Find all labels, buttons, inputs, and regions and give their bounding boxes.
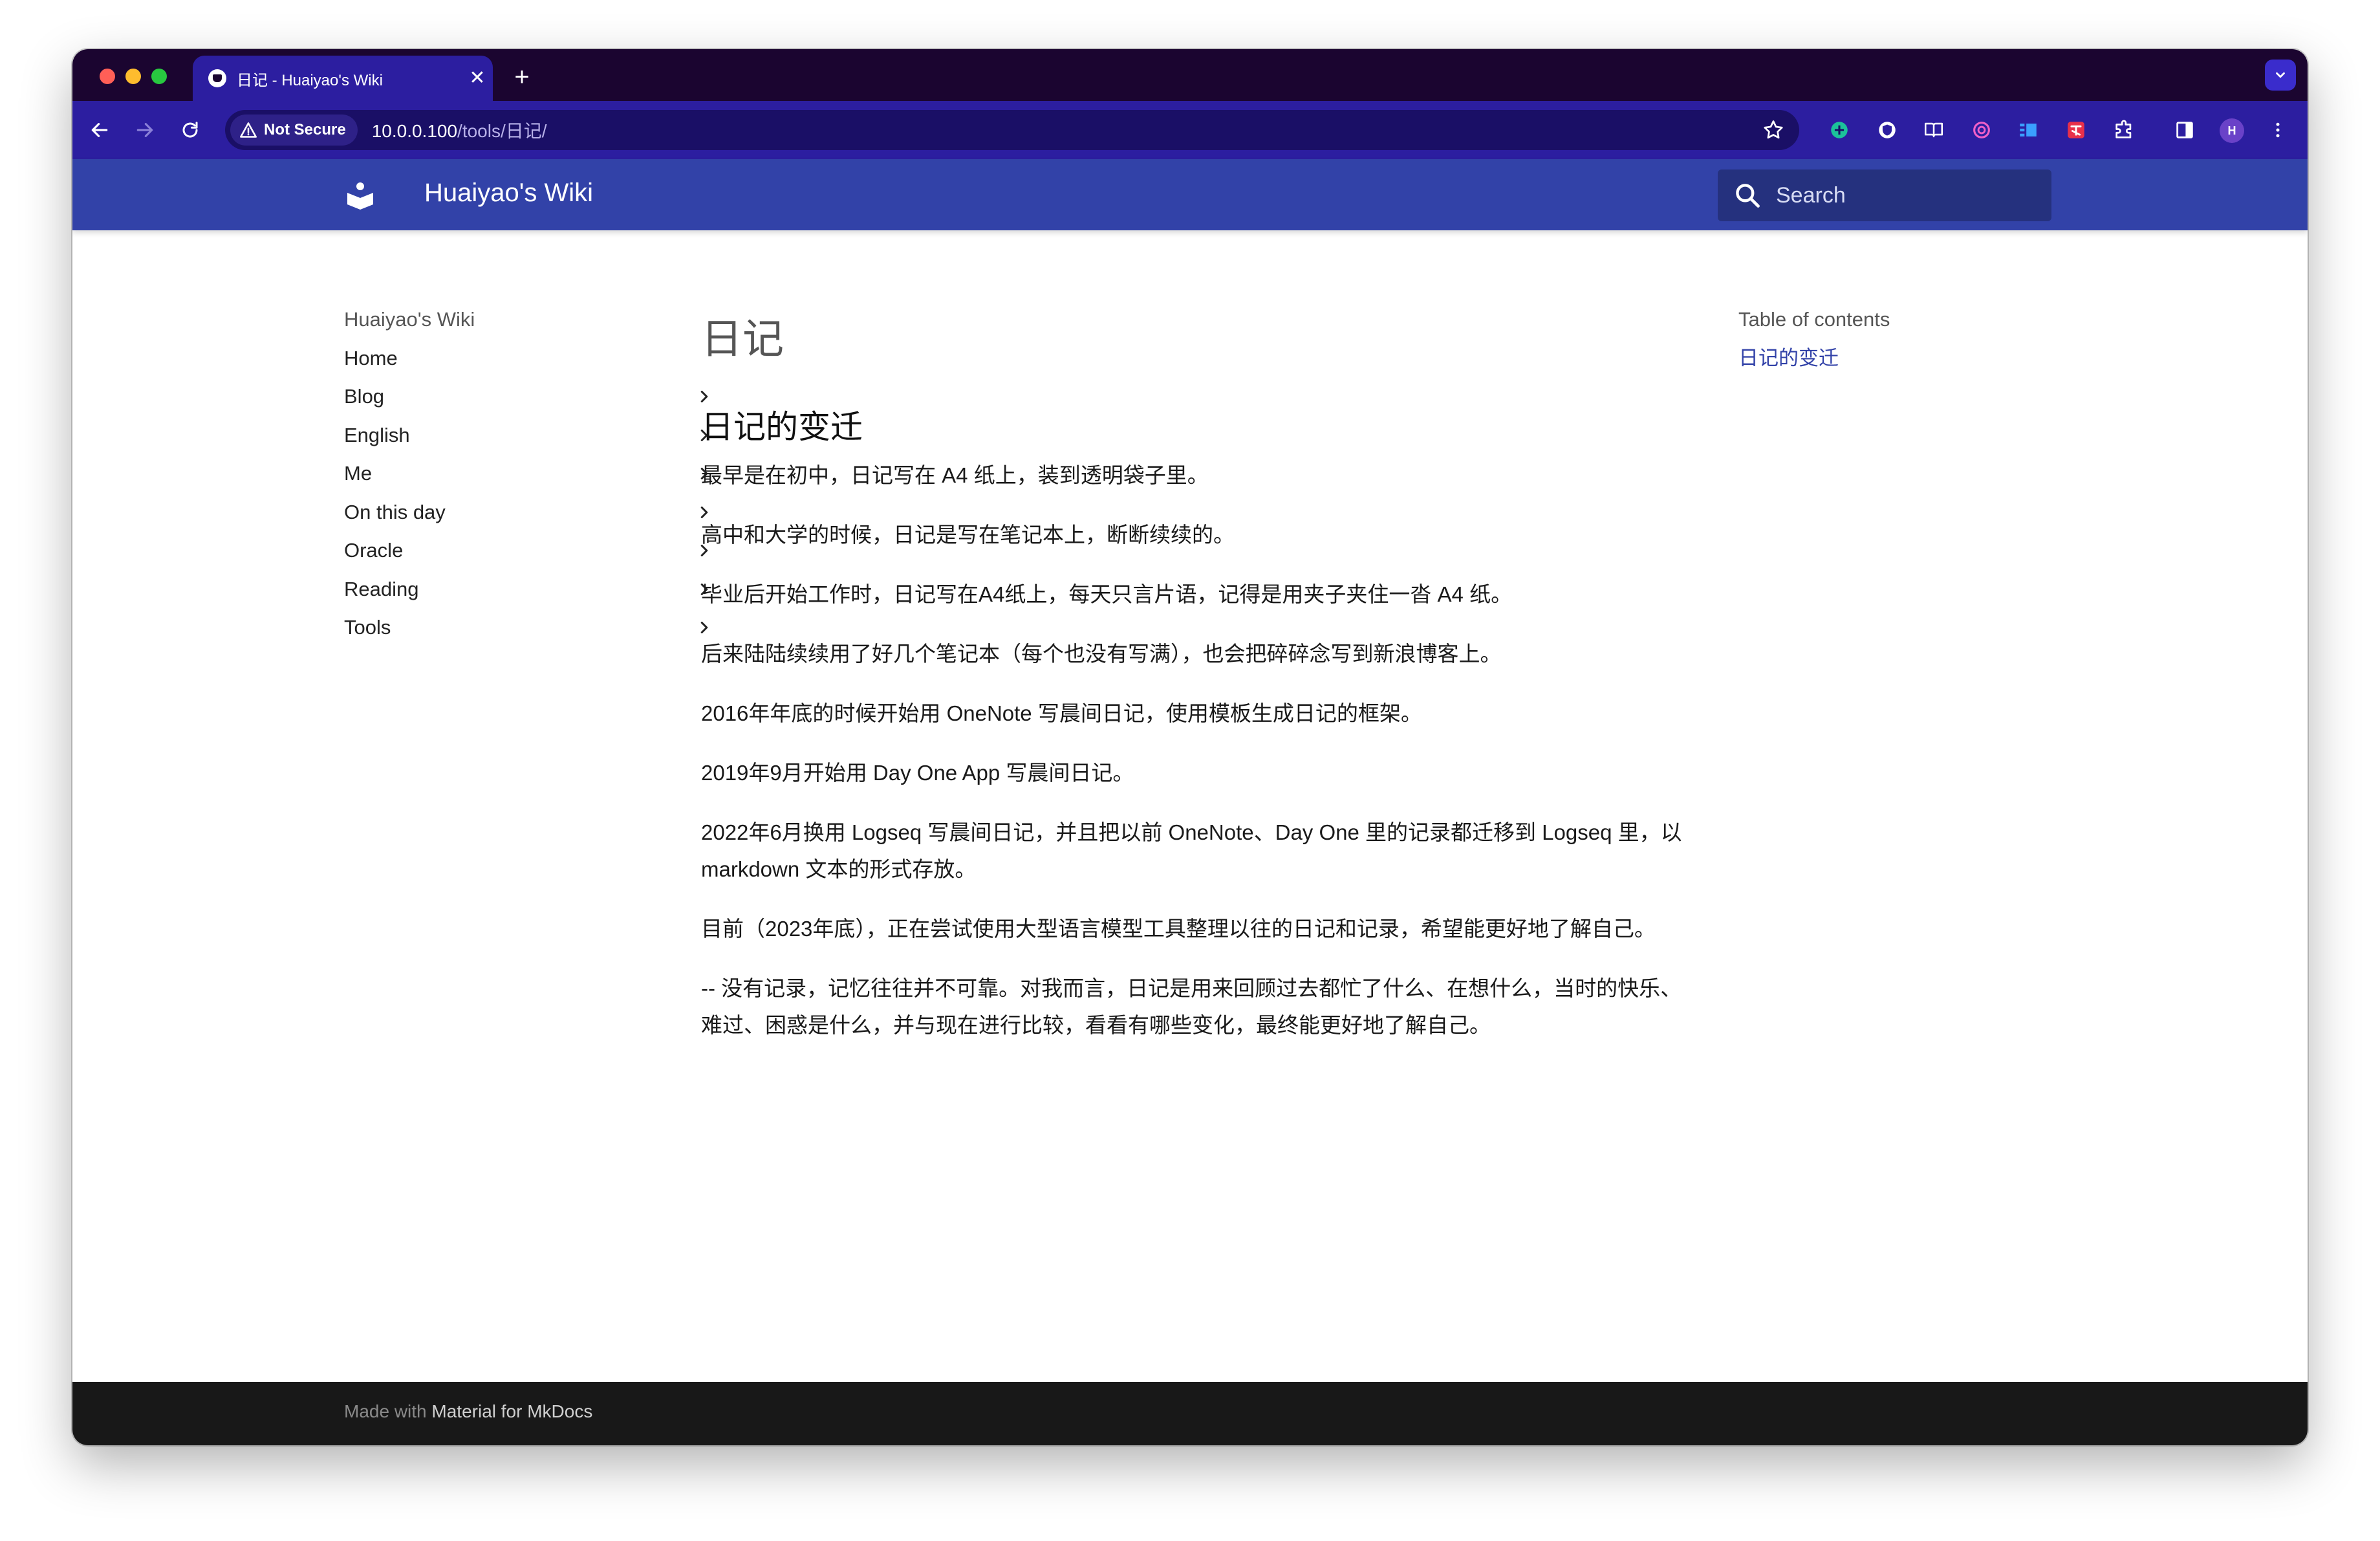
article-paragraph: -- 没有记录，记忆往往并不可靠。对我而言，日记是用来回顾过去都忙了什么、在想什… bbox=[701, 976, 1682, 1037]
book-open-icon bbox=[1924, 122, 1943, 138]
article-paragraph: 2022年6月换用 Logseq 写晨间日记，并且把以前 OneNote、Day… bbox=[701, 820, 1682, 881]
article-paragraph: 后来陆陆续续用了好几个笔记本（每个也没有写满），也会把碎碎念写到新浪博客上。 bbox=[701, 642, 1502, 666]
site-header: Huaiyao's Wiki bbox=[72, 159, 2308, 230]
extension-translate-button[interactable] bbox=[1826, 117, 1852, 143]
nav-item-label: Blog bbox=[344, 385, 385, 408]
browser-window: 日记 - Huaiyao's Wiki ✕ + Not Secure 10.0.… bbox=[72, 49, 2308, 1445]
nav-item-blog[interactable]: Blog bbox=[344, 378, 719, 417]
star-icon bbox=[1764, 120, 1783, 139]
more-vertical-icon bbox=[2276, 122, 2280, 138]
dictionary-icon bbox=[2068, 122, 2084, 138]
address-bar[interactable]: Not Secure 10.0.0.100/tools/日记/ bbox=[225, 110, 1799, 150]
nav-item-label: English bbox=[344, 423, 410, 446]
extension-reader-button[interactable] bbox=[1921, 117, 1947, 143]
page-title: 日记 bbox=[701, 316, 784, 362]
footer-credit: Made with Material for MkDocs bbox=[344, 1401, 592, 1422]
nav-item-label: Tools bbox=[344, 616, 391, 639]
book-reader-logo-icon[interactable] bbox=[344, 180, 376, 211]
toc-title: Table of contents bbox=[1738, 308, 1890, 331]
table-of-contents: Table of contents 日记的变迁 bbox=[1738, 300, 2062, 378]
chevron-down-icon bbox=[2276, 72, 2285, 78]
primary-navigation: Huaiyao's Wiki Home Blog English Me On t… bbox=[344, 300, 719, 647]
shield-icon bbox=[1879, 122, 1896, 138]
security-label: Not Secure bbox=[264, 121, 346, 138]
nav-item-me[interactable]: Me bbox=[344, 455, 719, 494]
nav-site-title: Huaiyao's Wiki bbox=[344, 308, 475, 331]
search-box[interactable] bbox=[1718, 169, 2051, 221]
url-text[interactable]: 10.0.0.100/tools/日记/ bbox=[372, 117, 547, 143]
puzzle-icon bbox=[2115, 120, 2132, 138]
url-host: 10.0.0.100 bbox=[371, 121, 458, 141]
article-paragraph: 毕业后开始工作时，日记写在A4纸上，每天只言片语，记得是用夹子夹住一沓 A4 纸… bbox=[701, 582, 1513, 606]
nav-item-label: Me bbox=[344, 462, 373, 485]
extension-ai-button[interactable] bbox=[1969, 117, 1995, 143]
article-paragraph: 2016年年底的时候开始用 OneNote 写晨间日记，使用模板生成日记的框架。 bbox=[701, 701, 1422, 725]
browser-menu-button[interactable] bbox=[2265, 117, 2291, 143]
warning-icon bbox=[240, 122, 257, 138]
nav-item-label: Reading bbox=[344, 577, 419, 600]
nav-item-home[interactable]: Home bbox=[344, 339, 719, 378]
minimize-window-button[interactable] bbox=[125, 69, 141, 84]
section-heading: 日记的变迁 bbox=[701, 409, 863, 445]
url-path: /tools/日记/ bbox=[457, 121, 547, 141]
nav-item-tools[interactable]: Tools bbox=[344, 609, 719, 648]
list-icon bbox=[2020, 124, 2037, 137]
site-favicon-icon bbox=[208, 69, 226, 87]
profile-avatar[interactable]: H bbox=[2220, 118, 2244, 143]
extension-list-button[interactable] bbox=[2015, 117, 2041, 143]
site-footer: Made with Material for MkDocs bbox=[72, 1382, 2308, 1445]
footer-prefix: Made with bbox=[344, 1401, 427, 1421]
nav-item-english[interactable]: English bbox=[344, 416, 719, 455]
side-panel-icon bbox=[2176, 122, 2193, 138]
search-input[interactable] bbox=[1776, 182, 2035, 208]
back-button[interactable] bbox=[84, 115, 115, 146]
new-tab-button[interactable]: + bbox=[506, 61, 538, 93]
active-tab[interactable]: 日记 - Huaiyao's Wiki ✕ bbox=[193, 56, 493, 101]
article-paragraph: 2019年9月开始用 Day One App 写晨间日记。 bbox=[701, 761, 1134, 785]
bookmark-star-button[interactable] bbox=[1762, 118, 1785, 145]
nav-item-oracle[interactable]: Oracle bbox=[344, 532, 719, 571]
side-panel-button[interactable] bbox=[2172, 117, 2198, 143]
toc-item-link[interactable]: 日记的变迁 bbox=[1738, 339, 2062, 378]
search-icon bbox=[1736, 184, 1760, 208]
nav-item-label: Home bbox=[344, 346, 398, 369]
arrow-right-icon bbox=[136, 123, 153, 137]
reload-button[interactable] bbox=[175, 115, 206, 146]
article-paragraph: 高中和大学的时候，日记是写在笔记本上，断断续续的。 bbox=[701, 523, 1235, 547]
nav-item-reading[interactable]: Reading bbox=[344, 570, 719, 609]
extensions-menu-button[interactable] bbox=[2111, 117, 2137, 143]
nav-item-label: On this day bbox=[344, 500, 446, 523]
reload-icon bbox=[182, 122, 198, 138]
tab-strip: 日记 - Huaiyao's Wiki ✕ + bbox=[72, 49, 2308, 101]
extension-dictionary-button[interactable] bbox=[2063, 117, 2089, 143]
article-content: 日记 日记的变迁 最早是在初中，日记写在 A4 纸上，装到透明袋子里。 高中和大… bbox=[701, 300, 1684, 1066]
article-paragraph: 目前（2023年底），正在尝试使用大型语言模型工具整理以往的日记和记录，希望能更… bbox=[701, 917, 1656, 941]
arrow-left-icon bbox=[91, 123, 108, 137]
close-window-button[interactable] bbox=[100, 69, 115, 84]
article-paragraph: 最早是在初中，日记写在 A4 纸上，装到透明袋子里。 bbox=[701, 463, 1209, 487]
nav-item-on-this-day[interactable]: On this day bbox=[344, 493, 719, 532]
site-title[interactable]: Huaiyao's Wiki bbox=[424, 179, 593, 208]
translate-icon bbox=[1831, 122, 1848, 138]
zoom-window-button[interactable] bbox=[151, 69, 167, 84]
forward-button[interactable] bbox=[129, 115, 160, 146]
tab-close-icon[interactable]: ✕ bbox=[462, 69, 493, 88]
openai-icon bbox=[1973, 122, 1990, 138]
footer-mkdocs-link[interactable]: Material for MkDocs bbox=[431, 1401, 592, 1421]
extension-shield-button[interactable] bbox=[1874, 117, 1900, 143]
tab-search-button[interactable] bbox=[2265, 60, 2296, 91]
browser-toolbar: Not Secure 10.0.0.100/tools/日记/ H bbox=[72, 101, 2308, 159]
tab-title: 日记 - Huaiyao's Wiki bbox=[237, 71, 383, 89]
nav-item-label: Oracle bbox=[344, 539, 404, 562]
security-indicator[interactable]: Not Secure bbox=[230, 115, 358, 146]
